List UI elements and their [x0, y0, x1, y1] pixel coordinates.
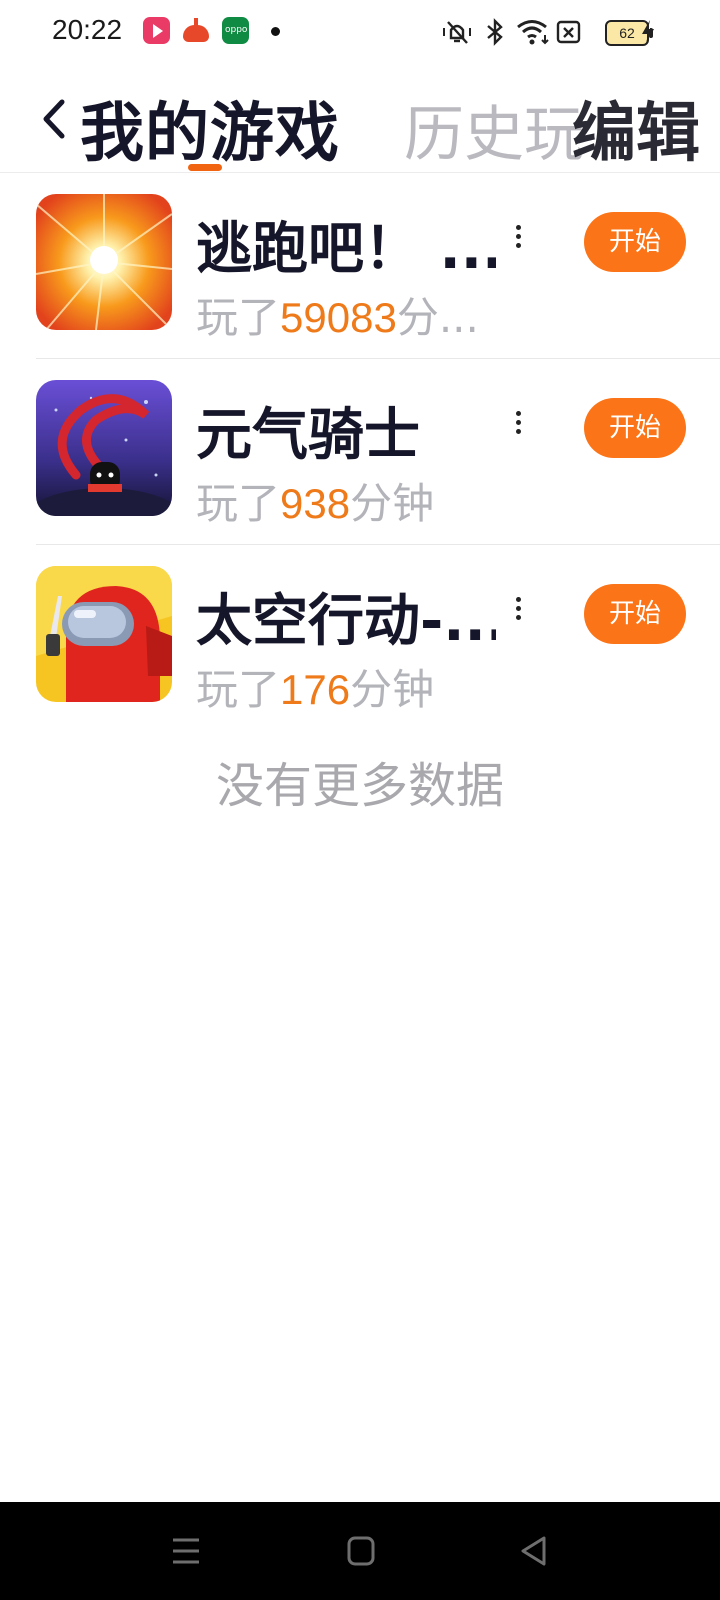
notification-dot	[271, 27, 280, 36]
game-row[interactable]: 太空行动-... 玩了176分钟 开始	[36, 544, 720, 730]
play-time-prefix: 玩了	[196, 293, 281, 342]
menu-icon[interactable]	[170, 1534, 202, 1568]
play-time-suffix: 分钟	[350, 665, 435, 714]
play-minutes: 938	[280, 480, 351, 527]
play-time-suffix: 分...	[396, 293, 479, 342]
game-title: 元气骑士	[196, 403, 420, 468]
game-icon[interactable]	[36, 194, 172, 330]
start-button[interactable]: 开始	[584, 584, 686, 644]
play-time-prefix: 玩了	[196, 665, 281, 714]
video-app-icon	[143, 17, 170, 44]
more-options-icon[interactable]	[508, 408, 528, 448]
game-icon[interactable]	[36, 566, 172, 702]
more-options-icon[interactable]	[508, 222, 528, 262]
pumpkin-app-icon	[182, 17, 209, 44]
start-button[interactable]: 开始	[584, 212, 686, 272]
game-row[interactable]: 元气骑士 玩了938分钟 开始	[36, 358, 720, 545]
edit-button[interactable]: 编辑	[572, 82, 700, 174]
vibrate-mute-icon	[443, 21, 471, 44]
sim-x-icon	[556, 20, 581, 44]
status-time: 20:22	[52, 14, 123, 45]
play-time: 玩了59083分...	[196, 284, 479, 345]
bluetooth-icon	[487, 18, 503, 46]
tab-indicator	[188, 164, 222, 171]
play-minutes: 176	[280, 666, 351, 713]
charging-icon	[642, 20, 654, 44]
game-title: 逃跑吧！ ...	[196, 217, 496, 282]
status-bar: 20:22 62	[0, 0, 720, 64]
play-time-suffix: 分钟	[350, 479, 435, 528]
game-icon[interactable]	[36, 380, 172, 516]
wifi-icon	[517, 20, 549, 45]
play-time: 玩了938分钟	[196, 470, 434, 531]
back-arrow-icon[interactable]	[38, 94, 78, 144]
tab-my-games[interactable]: 我的游戏	[80, 82, 340, 174]
game-title: 太空行动-...	[196, 589, 496, 654]
oppo-app-icon	[222, 17, 249, 44]
play-time-prefix: 玩了	[196, 479, 281, 528]
game-row[interactable]: 逃跑吧！ ... 玩了59083分... 开始	[36, 172, 720, 359]
header: 我的游戏 历史玩 编辑	[0, 64, 720, 173]
back-icon[interactable]	[518, 1534, 550, 1568]
more-options-icon[interactable]	[508, 594, 528, 634]
tab-history[interactable]: 历史玩	[404, 86, 584, 173]
start-button[interactable]: 开始	[584, 398, 686, 458]
play-time: 玩了176分钟	[196, 656, 434, 717]
play-minutes: 59083	[280, 294, 397, 341]
no-more-data-text: 没有更多数据	[215, 758, 504, 814]
system-nav-bar	[0, 1502, 720, 1600]
home-icon[interactable]	[345, 1534, 377, 1568]
